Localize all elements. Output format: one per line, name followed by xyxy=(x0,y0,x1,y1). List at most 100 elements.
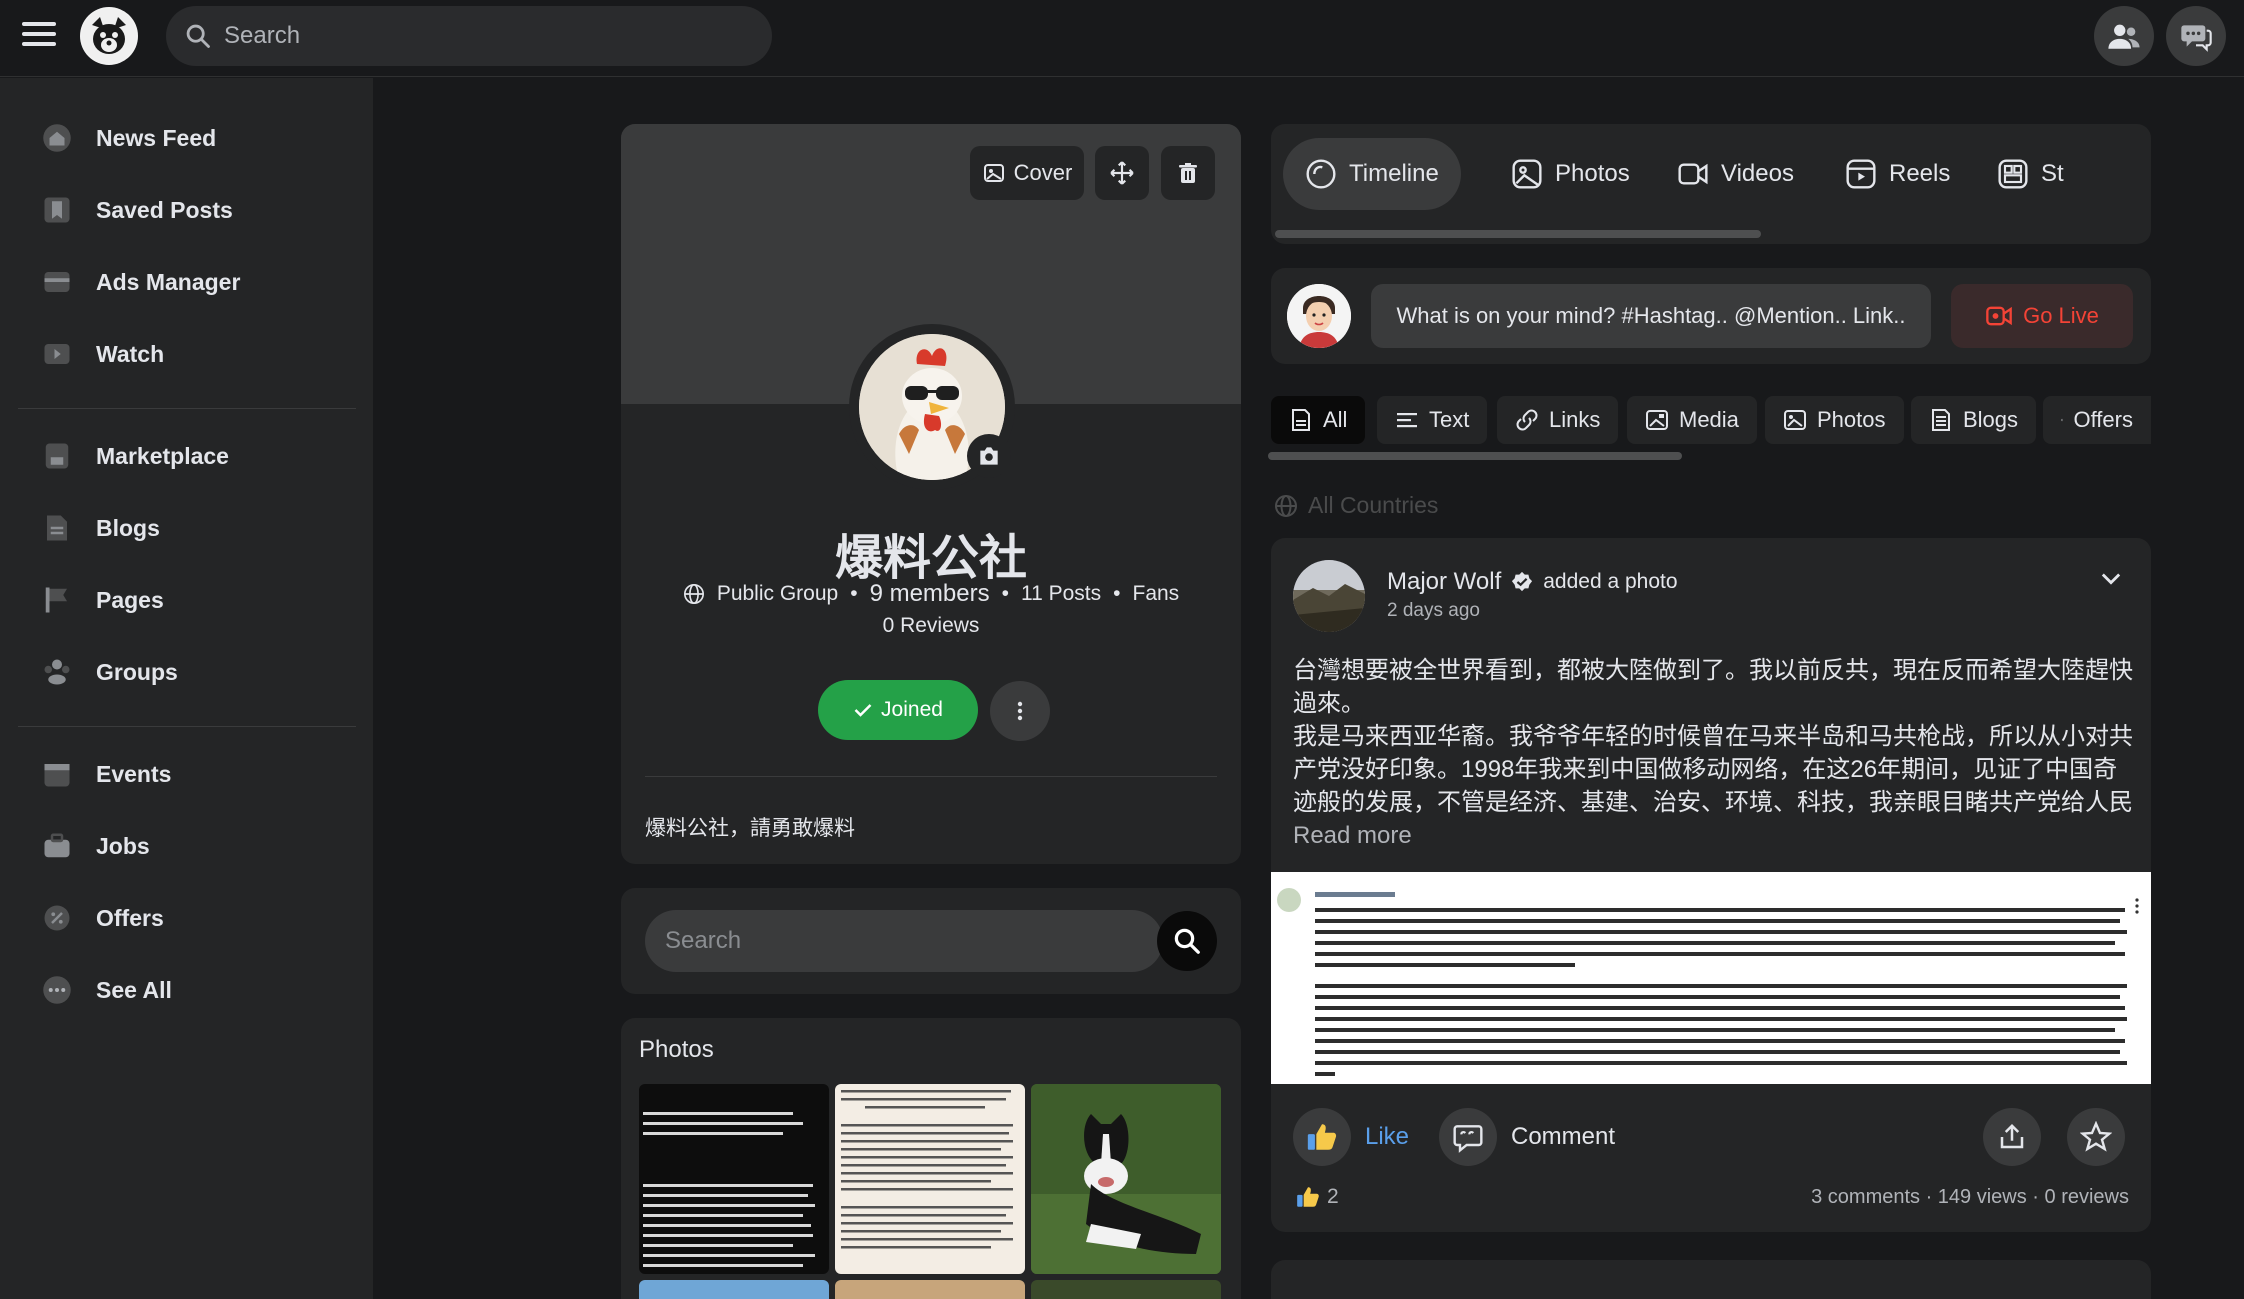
sidebar-item-events[interactable]: Events xyxy=(40,746,360,802)
tab-label: Reels xyxy=(1889,160,1951,187)
sidebar-item-see-all[interactable]: See All xyxy=(40,962,360,1018)
go-live-button[interactable]: Go Live xyxy=(1951,284,2133,348)
joined-button[interactable]: Joined xyxy=(818,680,978,740)
tab-videos[interactable]: Videos xyxy=(1655,138,1816,210)
group-reviews[interactable]: 0 Reviews xyxy=(621,614,1241,638)
group-members-link[interactable]: 9 members xyxy=(870,580,990,608)
card-divider xyxy=(645,776,1217,777)
post-timestamp[interactable]: 2 days ago xyxy=(1387,600,1480,622)
sidebar-item-label: Watch xyxy=(96,340,165,367)
offer-icon xyxy=(2061,419,2064,421)
group-more-button[interactable] xyxy=(990,681,1050,741)
sidebar-item-pages[interactable]: Pages xyxy=(40,572,360,628)
post-author-name[interactable]: Major Wolf xyxy=(1387,568,1501,596)
sidebar-item-marketplace[interactable]: Marketplace xyxy=(40,428,360,484)
thumbs-up-icon xyxy=(1297,1187,1319,1207)
reaction-count-value: 2 xyxy=(1327,1185,1339,1208)
next-post-card xyxy=(1271,1260,2151,1299)
composer-input[interactable]: What is on your mind? #Hashtag.. @Mentio… xyxy=(1371,284,1931,348)
sidebar-item-news-feed[interactable]: News Feed xyxy=(40,110,360,166)
cover-button[interactable]: Cover xyxy=(970,146,1084,200)
search-input[interactable] xyxy=(224,6,754,66)
filter-offers[interactable]: Offers xyxy=(2043,396,2151,444)
image-icon xyxy=(1512,159,1542,189)
like-button[interactable]: Like xyxy=(1293,1108,1409,1166)
share-button[interactable] xyxy=(1983,1108,2041,1166)
photo-thumbnail[interactable] xyxy=(639,1084,829,1274)
group-search-button[interactable] xyxy=(1157,911,1217,971)
global-search[interactable] xyxy=(166,6,772,66)
chat-icon xyxy=(2181,25,2212,52)
sidebar-item-label: Ads Manager xyxy=(96,268,241,295)
tab-reels[interactable]: Reels xyxy=(1823,138,1972,210)
joined-label: Joined xyxy=(881,698,943,721)
tab-label: St xyxy=(2041,160,2064,187)
post-card: Major Wolf added a photo 2 days ago 台灣想要… xyxy=(1271,538,2151,1232)
filter-blogs[interactable]: Blogs xyxy=(1911,396,2037,444)
sidebar-item-groups[interactable]: Groups xyxy=(40,644,360,700)
filters-scrollbar[interactable] xyxy=(1268,452,1682,460)
menu-icon[interactable] xyxy=(22,22,56,52)
photo-thumbnail[interactable] xyxy=(835,1084,1025,1274)
tab-stories[interactable]: St xyxy=(1975,138,2086,210)
delete-cover-button[interactable] xyxy=(1161,146,1215,200)
comment-button[interactable]: Comment xyxy=(1439,1108,1615,1166)
read-more-link[interactable]: Read more xyxy=(1293,822,1412,850)
post-stats[interactable]: 3 comments · 149 views · 0 reviews xyxy=(1811,1186,2129,1209)
photo-thumbnail[interactable] xyxy=(639,1280,829,1299)
site-logo[interactable] xyxy=(80,7,138,65)
comment-icon xyxy=(1453,1125,1483,1153)
reaction-count[interactable]: 2 xyxy=(1295,1184,1339,1210)
country-filter-label: All Countries xyxy=(1308,492,1439,518)
filter-links[interactable]: Links xyxy=(1497,396,1619,444)
sidebar-item-ads-manager[interactable]: Ads Manager xyxy=(40,254,360,310)
like-label: Like xyxy=(1365,1123,1410,1150)
tabs-scrollbar[interactable] xyxy=(1275,230,1761,238)
group-fans-link[interactable]: Fans xyxy=(1133,582,1180,606)
messages-button[interactable] xyxy=(2166,6,2226,66)
reposition-button[interactable] xyxy=(1095,146,1149,200)
filter-label: Text xyxy=(1429,407,1470,432)
post-action: added a photo xyxy=(1543,570,1678,593)
group-search-input[interactable] xyxy=(645,910,1163,972)
save-post-button[interactable] xyxy=(2067,1108,2125,1166)
group-description: 爆料公社，請勇敢爆料 xyxy=(645,817,855,840)
live-video-icon xyxy=(1986,306,2012,326)
move-icon xyxy=(1110,161,1134,185)
group-header-card: Cover 爆料公社 Public Group • 9 members • 11… xyxy=(621,124,1241,864)
filter-text[interactable]: Text xyxy=(1377,396,1488,444)
sidebar-item-label: Jobs xyxy=(96,832,150,859)
filter-all[interactable]: All xyxy=(1271,396,1366,444)
sidebar-item-label: Marketplace xyxy=(96,442,229,469)
thumbs-up-icon xyxy=(1307,1124,1337,1150)
photos-card: Photos xyxy=(621,1018,1241,1299)
more-vertical-icon xyxy=(1017,701,1023,721)
sidebar-item-saved-posts[interactable]: Saved Posts xyxy=(40,182,360,238)
photo-thumbnail[interactable] xyxy=(1031,1280,1221,1299)
sidebar-item-blogs[interactable]: Blogs xyxy=(40,500,360,556)
more-dots-icon xyxy=(40,973,74,1007)
friends-button[interactable] xyxy=(2094,6,2154,66)
post-image[interactable] xyxy=(1271,872,2151,1084)
filter-media[interactable]: Media xyxy=(1627,396,1757,444)
search-icon xyxy=(186,24,210,48)
post-author-line: Major Wolf added a photo xyxy=(1387,568,1678,596)
filter-photos[interactable]: Photos xyxy=(1765,396,1904,444)
profile-tabs: Timeline Photos Videos Reels St xyxy=(1271,124,2151,244)
sidebar-item-offers[interactable]: Offers xyxy=(40,890,360,946)
sidebar-item-watch[interactable]: Watch xyxy=(40,326,360,382)
sidebar-item-label: Pages xyxy=(96,586,164,613)
author-avatar[interactable] xyxy=(1293,560,1365,632)
tab-label: Timeline xyxy=(1349,160,1439,187)
photo-thumbnail[interactable] xyxy=(1031,1084,1221,1274)
user-avatar[interactable] xyxy=(1287,284,1351,348)
sidebar-item-jobs[interactable]: Jobs xyxy=(40,818,360,874)
sidebar-item-label: Blogs xyxy=(96,514,160,541)
change-avatar-button[interactable] xyxy=(967,434,1011,478)
filter-label: Blogs xyxy=(1963,407,2019,432)
tab-photos[interactable]: Photos xyxy=(1489,138,1652,210)
photo-thumbnail[interactable] xyxy=(835,1280,1025,1299)
tab-timeline[interactable]: Timeline xyxy=(1283,138,1461,210)
chevron-down-icon[interactable] xyxy=(2097,564,2125,592)
country-filter[interactable]: All Countries xyxy=(1274,492,1438,519)
